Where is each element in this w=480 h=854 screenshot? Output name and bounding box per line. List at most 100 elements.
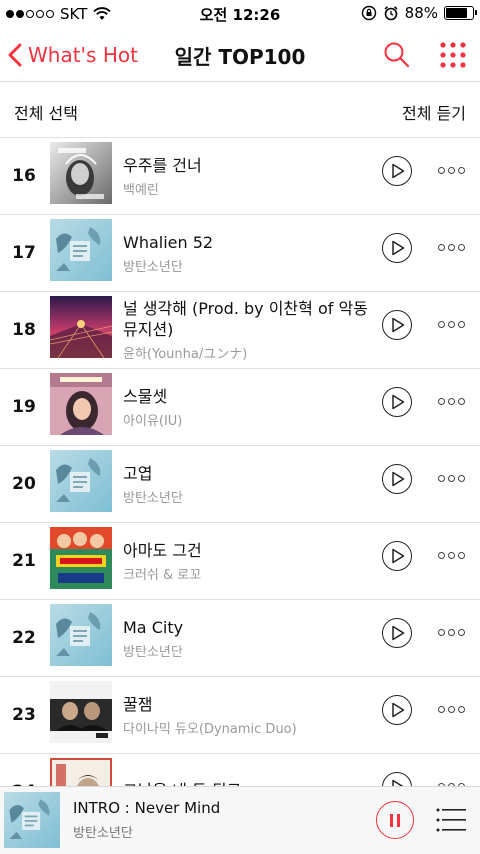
play-icon (392, 471, 405, 487)
more-options-button[interactable] (438, 475, 466, 485)
play-button[interactable] (382, 772, 412, 786)
track-artist: 아이유(IU) (123, 413, 183, 429)
track-artist: 방탄소년단 (123, 644, 183, 660)
play-icon (392, 317, 405, 333)
play-icon (392, 163, 405, 179)
rank-number: 23 (12, 705, 36, 725)
bts-album-art (50, 450, 112, 512)
play-button[interactable] (382, 387, 412, 417)
album-art (50, 681, 112, 743)
track-artist: 크러쉬 & 로꼬 (123, 567, 202, 583)
more-dot-icon (438, 244, 445, 251)
chart-row[interactable]: 16 우주를 건너 백예린 (0, 138, 480, 215)
back-button-label: What's Hot (28, 43, 138, 67)
album-art (50, 142, 112, 204)
bts-album-art (50, 219, 112, 281)
more-dot-icon (438, 167, 445, 174)
pause-button[interactable] (376, 801, 414, 839)
chart-row[interactable]: 23 꿀잼 다이나믹 듀오(Dynamic Duo) (0, 677, 480, 754)
battery-icon (444, 6, 477, 20)
more-options-button[interactable] (438, 629, 466, 639)
play-icon (392, 625, 405, 641)
search-button[interactable] (382, 40, 412, 70)
chart-row[interactable]: 24 그날을 내 등 뒤로 (0, 754, 480, 786)
navigation-bar: What's Hot 일간 TOP100 (0, 28, 480, 82)
play-button[interactable] (382, 695, 412, 725)
track-info: Ma City 방탄소년단 (123, 600, 370, 676)
more-options-button[interactable] (438, 552, 466, 562)
rank-number: 16 (12, 166, 36, 186)
mini-player[interactable]: INTRO : Never Mind 방탄소년단 (0, 786, 480, 854)
track-info: Whalien 52 방탄소년단 (123, 215, 370, 291)
more-options-button[interactable] (438, 244, 466, 254)
play-button[interactable] (382, 618, 412, 648)
poster-album-art (50, 527, 112, 589)
track-artist: 방탄소년단 (123, 490, 183, 506)
play-button[interactable] (382, 310, 412, 340)
album-art (50, 758, 112, 786)
rank-number: 24 (0, 754, 48, 786)
play-icon (392, 779, 404, 786)
more-options-button[interactable] (438, 321, 466, 331)
play-icon (392, 240, 405, 256)
chatshire-album-art (50, 373, 112, 435)
track-artist: 방탄소년단 (123, 259, 183, 275)
play-button[interactable] (382, 464, 412, 494)
rank-number: 18 (12, 320, 36, 340)
more-dot-icon (438, 475, 445, 482)
more-dot-icon (438, 321, 445, 328)
rank-number: 19 (12, 397, 36, 417)
chart-row[interactable]: 21 아마도 그건 크러쉬 & 로꼬 (0, 523, 480, 600)
rotation-lock-icon (361, 5, 376, 21)
bts-album-art (50, 604, 112, 666)
play-icon (392, 702, 405, 718)
menu-grid-button[interactable] (438, 40, 468, 70)
chart-row[interactable]: 17 Whalien 52 방탄소년단 (0, 215, 480, 292)
play-all-button[interactable]: 전체 듣기 (402, 100, 466, 124)
track-title: Whalien 52 (123, 232, 214, 252)
track-artist: 윤하(Younha/ユンナ) (123, 347, 248, 362)
bts-album-art (4, 792, 60, 848)
grid-icon (440, 42, 466, 68)
rank-number: 20 (12, 474, 36, 494)
pause-icon (390, 814, 393, 827)
more-options-button[interactable] (438, 398, 466, 408)
chart-row[interactable]: 19 스물셋 아이유(IU) (0, 369, 480, 446)
track-title: 아마도 그건 (123, 540, 202, 560)
track-info: 그날을 내 등 뒤로 (123, 754, 370, 786)
rank-number: 17 (12, 243, 36, 263)
status-bar: SKT 오전 12:26 88% (0, 0, 480, 28)
more-dot-icon (438, 398, 445, 405)
chart-row[interactable]: 22 Ma City 방탄소년단 (0, 600, 480, 677)
now-playing-album-art (4, 792, 60, 848)
album-art (50, 604, 112, 666)
chart-row[interactable]: 18 널 생각해 (Prod. by 이찬혁 of 악동뮤지션) 윤하(Youn… (0, 292, 480, 369)
chart-row[interactable]: 20 고엽 방탄소년단 (0, 446, 480, 523)
now-playing-artist: 방탄소년단 (73, 826, 133, 841)
chart-list: 16 우주를 건너 백예린 17 Whalien 52 방탄소년단 18 널 생… (0, 138, 480, 786)
rank-number: 22 (12, 628, 36, 648)
duo-album-art (50, 681, 112, 743)
frank-album-art (50, 142, 112, 204)
battery-percent: 88% (404, 4, 438, 22)
album-art (50, 219, 112, 281)
album-art (50, 450, 112, 512)
track-artist: 백예린 (123, 182, 159, 198)
track-info: 우주를 건너 백예린 (123, 138, 370, 214)
sunset-album-art (50, 296, 112, 358)
chevron-left-icon (8, 43, 22, 67)
more-options-button[interactable] (438, 167, 466, 177)
select-all-button[interactable]: 전체 선택 (14, 100, 78, 124)
rank-number: 21 (12, 551, 36, 571)
play-button[interactable] (382, 233, 412, 263)
play-button[interactable] (382, 156, 412, 186)
play-icon (392, 394, 405, 410)
playlist-queue-button[interactable] (436, 807, 466, 833)
track-info: 고엽 방탄소년단 (123, 446, 370, 522)
track-info: 아마도 그건 크러쉬 & 로꼬 (123, 523, 370, 599)
play-button[interactable] (382, 541, 412, 571)
more-options-button[interactable] (438, 706, 466, 716)
back-button[interactable]: What's Hot (8, 38, 138, 72)
track-info: 꿀잼 다이나믹 듀오(Dynamic Duo) (123, 677, 370, 753)
track-title: 널 생각해 (Prod. by 이찬혁 of 악동뮤지션) (123, 299, 368, 339)
